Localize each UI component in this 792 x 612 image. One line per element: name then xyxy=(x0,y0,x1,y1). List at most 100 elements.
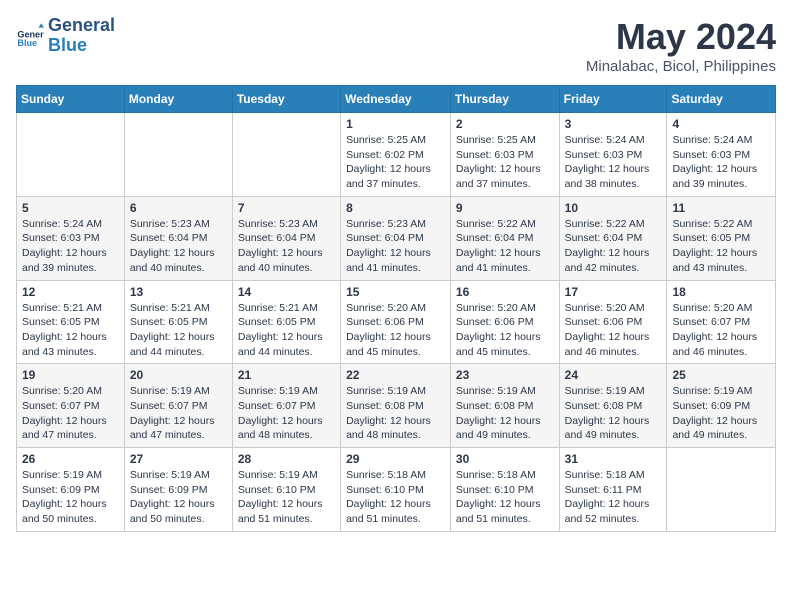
calendar-cell: 26Sunrise: 5:19 AM Sunset: 6:09 PM Dayli… xyxy=(17,448,125,532)
day-info: Sunrise: 5:19 AM Sunset: 6:08 PM Dayligh… xyxy=(456,384,554,443)
header-monday: Monday xyxy=(124,86,232,113)
day-info: Sunrise: 5:19 AM Sunset: 6:07 PM Dayligh… xyxy=(238,384,335,443)
header-wednesday: Wednesday xyxy=(341,86,451,113)
day-number: 1 xyxy=(346,117,445,131)
calendar-cell: 6 Sunrise: 5:23 AM Sunset: 6:04 PM Daylig… xyxy=(124,196,232,280)
calendar-cell: 10 Sunrise: 5:22 AM Sunset: 6:04 PM Dayli… xyxy=(559,196,667,280)
day-number: 17 xyxy=(565,285,662,299)
week-row-4: 19 Sunrise: 5:20 AM Sunset: 6:07 PM Dayli… xyxy=(17,364,776,448)
day-number: 6 xyxy=(130,201,227,215)
day-info: Sunrise: 5:22 AM Sunset: 6:04 PM Dayligh… xyxy=(565,217,662,276)
day-info: Sunrise: 5:25 AM Sunset: 6:02 PM Dayligh… xyxy=(346,133,445,192)
calendar-cell: 21Sunrise: 5:19 AM Sunset: 6:07 PM Dayli… xyxy=(232,364,340,448)
day-number: 14 xyxy=(238,285,335,299)
day-info: Sunrise: 5:18 AM Sunset: 6:11 PM Dayligh… xyxy=(565,468,662,527)
day-number: 4 xyxy=(672,117,770,131)
calendar-cell xyxy=(124,113,232,197)
day-number: 29 xyxy=(346,452,445,466)
logo-text: General Blue xyxy=(48,16,115,56)
day-number: 10 xyxy=(565,201,662,215)
day-info: Sunrise: 5:19 AM Sunset: 6:08 PM Dayligh… xyxy=(346,384,445,443)
day-number: 23 xyxy=(456,368,554,382)
calendar-cell: 23 Sunrise: 5:19 AM Sunset: 6:08 PM Dayli… xyxy=(450,364,559,448)
calendar-cell: 9 Sunrise: 5:22 AM Sunset: 6:04 PM Daylig… xyxy=(450,196,559,280)
week-row-2: 5Sunrise: 5:24 AM Sunset: 6:03 PM Daylig… xyxy=(17,196,776,280)
day-info: Sunrise: 5:20 AM Sunset: 6:06 PM Dayligh… xyxy=(346,301,445,360)
day-info: Sunrise: 5:19 AM Sunset: 6:07 PM Dayligh… xyxy=(130,384,227,443)
day-number: 5 xyxy=(22,201,119,215)
calendar-cell: 24 Sunrise: 5:19 AM Sunset: 6:08 PM Dayli… xyxy=(559,364,667,448)
logo-icon: General Blue xyxy=(16,22,44,50)
header-friday: Friday xyxy=(559,86,667,113)
day-number: 18 xyxy=(672,285,770,299)
calendar-subtitle: Minalabac, Bicol, Philippines xyxy=(586,58,776,75)
day-number: 24 xyxy=(565,368,662,382)
day-number: 22 xyxy=(346,368,445,382)
header-tuesday: Tuesday xyxy=(232,86,340,113)
day-info: Sunrise: 5:25 AM Sunset: 6:03 PM Dayligh… xyxy=(456,133,554,192)
day-number: 11 xyxy=(672,201,770,215)
calendar-table: SundayMondayTuesdayWednesdayThursdayFrid… xyxy=(16,85,776,532)
day-info: Sunrise: 5:19 AM Sunset: 6:09 PM Dayligh… xyxy=(672,384,770,443)
calendar-header-row: SundayMondayTuesdayWednesdayThursdayFrid… xyxy=(17,86,776,113)
svg-text:Blue: Blue xyxy=(17,38,37,48)
week-row-3: 12 Sunrise: 5:21 AM Sunset: 6:05 PM Dayli… xyxy=(17,280,776,364)
calendar-cell: 20Sunrise: 5:19 AM Sunset: 6:07 PM Dayli… xyxy=(124,364,232,448)
day-info: Sunrise: 5:23 AM Sunset: 6:04 PM Dayligh… xyxy=(130,217,227,276)
day-info: Sunrise: 5:24 AM Sunset: 6:03 PM Dayligh… xyxy=(565,133,662,192)
day-number: 12 xyxy=(22,285,119,299)
day-info: Sunrise: 5:20 AM Sunset: 6:06 PM Dayligh… xyxy=(456,301,554,360)
day-info: Sunrise: 5:21 AM Sunset: 6:05 PM Dayligh… xyxy=(130,301,227,360)
day-info: Sunrise: 5:20 AM Sunset: 6:07 PM Dayligh… xyxy=(22,384,119,443)
calendar-cell: 22 Sunrise: 5:19 AM Sunset: 6:08 PM Dayli… xyxy=(341,364,451,448)
calendar-cell: 3 Sunrise: 5:24 AM Sunset: 6:03 PM Daylig… xyxy=(559,113,667,197)
day-info: Sunrise: 5:19 AM Sunset: 6:09 PM Dayligh… xyxy=(130,468,227,527)
calendar-cell: 5Sunrise: 5:24 AM Sunset: 6:03 PM Daylig… xyxy=(17,196,125,280)
logo: General Blue General Blue xyxy=(16,16,115,56)
day-number: 13 xyxy=(130,285,227,299)
day-info: Sunrise: 5:21 AM Sunset: 6:05 PM Dayligh… xyxy=(238,301,335,360)
header-saturday: Saturday xyxy=(667,86,776,113)
day-number: 19 xyxy=(22,368,119,382)
day-number: 28 xyxy=(238,452,335,466)
calendar-cell: 13 Sunrise: 5:21 AM Sunset: 6:05 PM Dayli… xyxy=(124,280,232,364)
day-info: Sunrise: 5:19 AM Sunset: 6:10 PM Dayligh… xyxy=(238,468,335,527)
day-number: 30 xyxy=(456,452,554,466)
calendar-cell: 18 Sunrise: 5:20 AM Sunset: 6:07 PM Dayli… xyxy=(667,280,776,364)
day-number: 31 xyxy=(565,452,662,466)
calendar-cell: 11 Sunrise: 5:22 AM Sunset: 6:05 PM Dayli… xyxy=(667,196,776,280)
calendar-cell: 7 Sunrise: 5:23 AM Sunset: 6:04 PM Daylig… xyxy=(232,196,340,280)
day-info: Sunrise: 5:19 AM Sunset: 6:09 PM Dayligh… xyxy=(22,468,119,527)
calendar-cell: 29 Sunrise: 5:18 AM Sunset: 6:10 PM Dayli… xyxy=(341,448,451,532)
day-info: Sunrise: 5:18 AM Sunset: 6:10 PM Dayligh… xyxy=(346,468,445,527)
day-info: Sunrise: 5:23 AM Sunset: 6:04 PM Dayligh… xyxy=(346,217,445,276)
calendar-cell: 14 Sunrise: 5:21 AM Sunset: 6:05 PM Dayli… xyxy=(232,280,340,364)
day-info: Sunrise: 5:22 AM Sunset: 6:04 PM Dayligh… xyxy=(456,217,554,276)
day-info: Sunrise: 5:22 AM Sunset: 6:05 PM Dayligh… xyxy=(672,217,770,276)
day-number: 9 xyxy=(456,201,554,215)
calendar-cell: 25Sunrise: 5:19 AM Sunset: 6:09 PM Dayli… xyxy=(667,364,776,448)
day-info: Sunrise: 5:18 AM Sunset: 6:10 PM Dayligh… xyxy=(456,468,554,527)
calendar-cell: 30 Sunrise: 5:18 AM Sunset: 6:10 PM Dayli… xyxy=(450,448,559,532)
day-number: 3 xyxy=(565,117,662,131)
day-info: Sunrise: 5:20 AM Sunset: 6:07 PM Dayligh… xyxy=(672,301,770,360)
day-number: 2 xyxy=(456,117,554,131)
day-info: Sunrise: 5:19 AM Sunset: 6:08 PM Dayligh… xyxy=(565,384,662,443)
week-row-1: 1 Sunrise: 5:25 AM Sunset: 6:02 PM Daylig… xyxy=(17,113,776,197)
title-block: May 2024 Minalabac, Bicol, Philippines xyxy=(586,16,776,75)
calendar-cell xyxy=(667,448,776,532)
day-number: 7 xyxy=(238,201,335,215)
calendar-cell: 31 Sunrise: 5:18 AM Sunset: 6:11 PM Dayli… xyxy=(559,448,667,532)
calendar-cell: 19 Sunrise: 5:20 AM Sunset: 6:07 PM Dayli… xyxy=(17,364,125,448)
day-number: 8 xyxy=(346,201,445,215)
day-info: Sunrise: 5:20 AM Sunset: 6:06 PM Dayligh… xyxy=(565,301,662,360)
calendar-cell xyxy=(17,113,125,197)
calendar-cell: 1 Sunrise: 5:25 AM Sunset: 6:02 PM Daylig… xyxy=(341,113,451,197)
calendar-cell: 15 Sunrise: 5:20 AM Sunset: 6:06 PM Dayli… xyxy=(341,280,451,364)
calendar-cell: 2 Sunrise: 5:25 AM Sunset: 6:03 PM Daylig… xyxy=(450,113,559,197)
calendar-cell: 12Sunrise: 5:21 AM Sunset: 6:05 PM Dayli… xyxy=(17,280,125,364)
day-info: Sunrise: 5:23 AM Sunset: 6:04 PM Dayligh… xyxy=(238,217,335,276)
day-number: 15 xyxy=(346,285,445,299)
calendar-cell: 17 Sunrise: 5:20 AM Sunset: 6:06 PM Dayli… xyxy=(559,280,667,364)
calendar-cell: 27Sunrise: 5:19 AM Sunset: 6:09 PM Dayli… xyxy=(124,448,232,532)
